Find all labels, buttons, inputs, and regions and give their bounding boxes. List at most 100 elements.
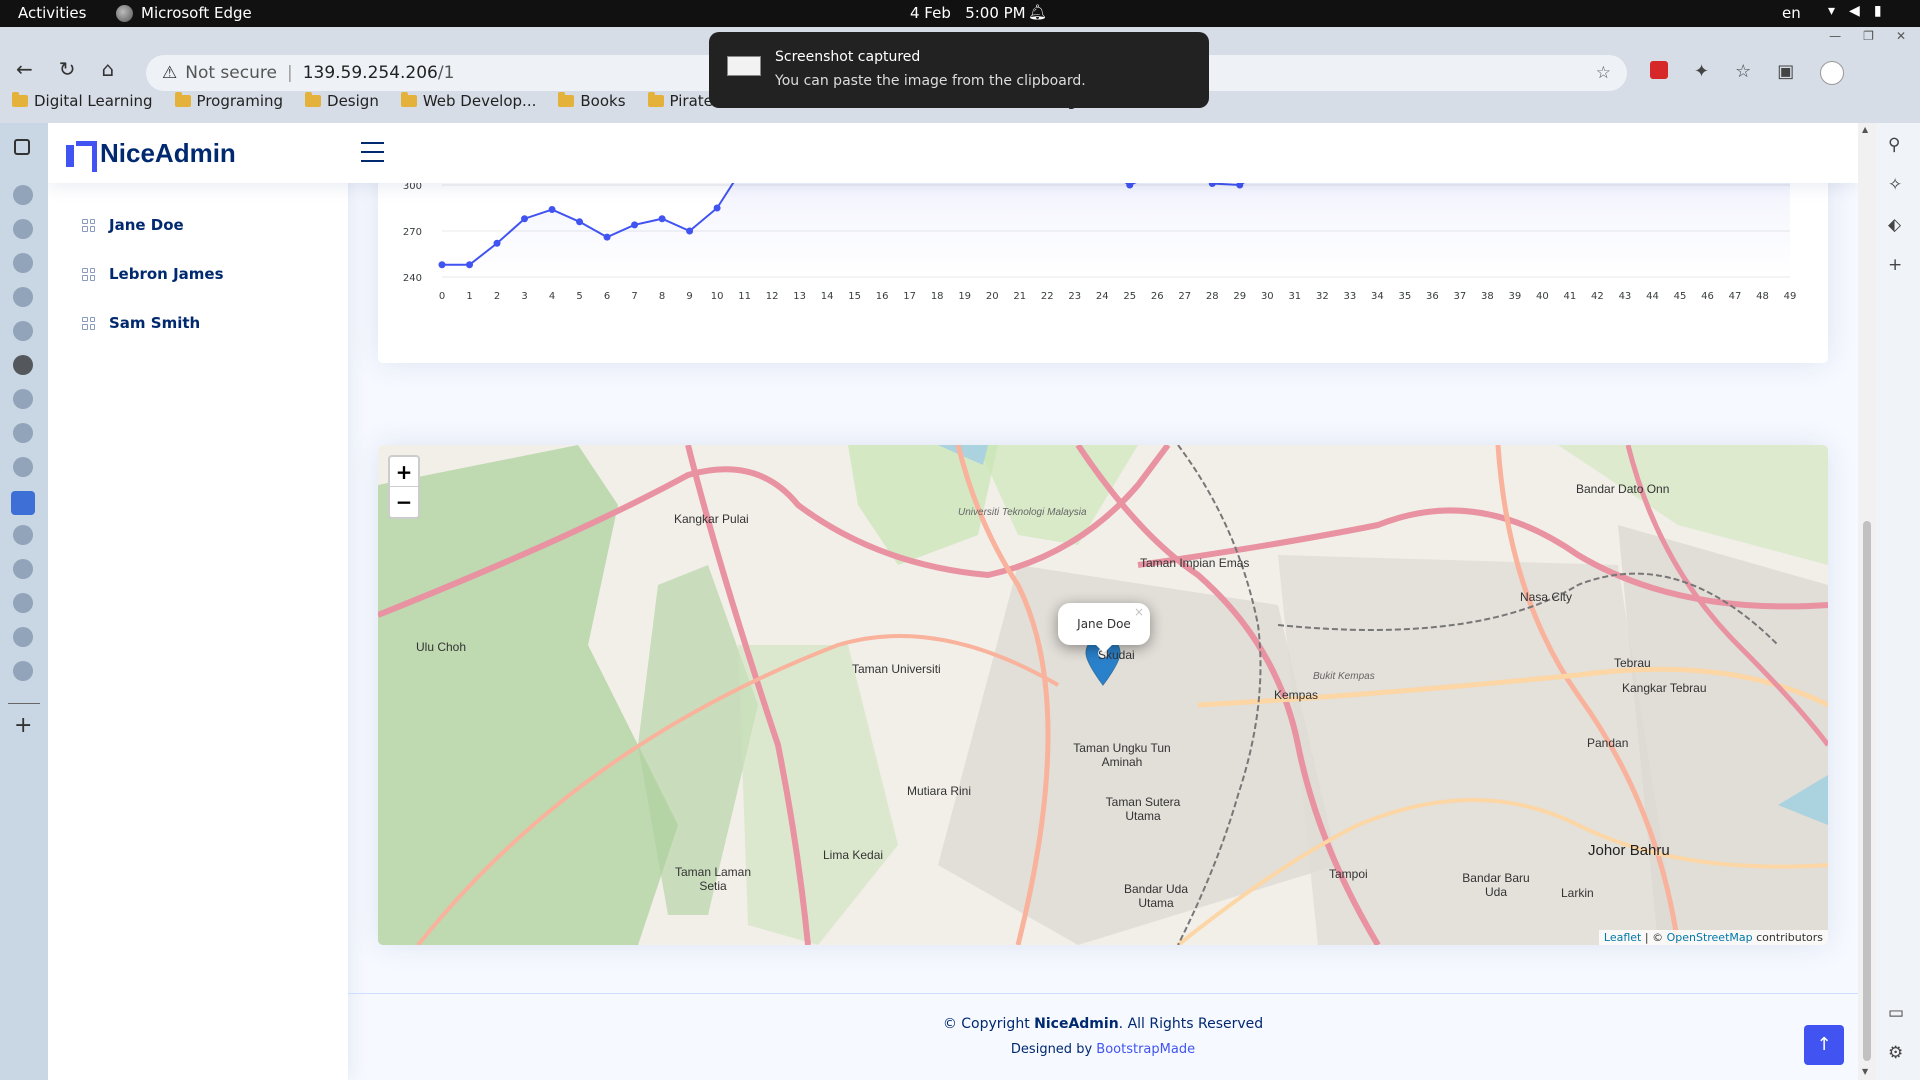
activities-button[interactable]: Activities [18,4,86,22]
reload-icon[interactable]: ↻ [59,57,76,81]
extension-toolbar: ✦ ☆ ▣ [1650,61,1845,85]
data-point[interactable] [466,261,474,269]
tab-actions-icon[interactable] [14,139,30,155]
system-top-bar: Activities Microsoft Edge 4 Feb 5:00 PM … [0,0,1920,27]
active-app-menu[interactable]: Microsoft Edge [116,4,252,22]
menu-toggle-icon[interactable] [361,142,384,162]
favorites-icon[interactable]: ☆ [1735,61,1751,85]
back-icon[interactable]: ← [16,57,33,81]
sidebar-app-icon[interactable] [13,287,33,307]
restore-icon[interactable]: ❐ [1863,29,1874,43]
sidebar-app-icon[interactable] [13,253,33,273]
leaflet-link[interactable]: Leaflet [1604,931,1641,944]
data-point[interactable] [631,221,639,229]
notification-body: You can paste the image from the clipboa… [775,73,1086,89]
search-icon[interactable]: ⚲ [1888,135,1900,155]
y-tick-label: 240 [403,273,422,284]
bookmark-item[interactable]: Pirate [647,92,713,110]
map-label: Taman Laman Setia [674,865,752,893]
map-label: Kangkar Tebrau [1622,681,1707,695]
map-card[interactable]: Kangkar Pulai Universiti Teknologi Malay… [378,445,1828,945]
extensions-icon[interactable]: ✦ [1694,61,1709,85]
scroll-down-icon[interactable]: ▼ [1862,1067,1868,1076]
sidebar-app-icon[interactable] [13,525,33,545]
data-point[interactable] [493,239,501,247]
data-point[interactable] [438,261,446,269]
clock[interactable]: 4 Feb 5:00 PM [910,4,1026,22]
sidebar-app-icon[interactable] [13,321,33,341]
designed-by-label: Designed by [1010,1042,1097,1057]
close-window-icon[interactable]: ✕ [1896,29,1906,43]
page-scrollbar[interactable]: ▲ ▼ [1858,123,1876,1080]
bookmark-label: Web Develop... [422,92,537,110]
data-point[interactable] [713,204,721,212]
notification-title: Screenshot captured [775,49,921,65]
new-tab-icon[interactable]: + [14,713,32,738]
home-icon[interactable]: ⌂ [102,57,115,81]
url-separator: | [286,63,293,83]
sidebar-app-icon[interactable] [13,389,33,409]
map-label: Taman Impian Emas [1140,556,1250,570]
settings-gear-icon[interactable]: ⚙ [1888,1043,1903,1063]
sidebar-item-sam-smith[interactable]: Sam Smith [82,314,200,332]
screenshot-notification[interactable]: Screenshot captured You can paste the im… [709,32,1209,108]
bookmark-item[interactable]: Programing [174,92,284,110]
bookmark-item[interactable]: Digital Learning [12,92,153,110]
grid-icon [82,316,95,330]
zoom-out-button[interactable]: − [390,487,418,517]
osm-link[interactable]: OpenStreetMap [1667,931,1753,944]
bookmark-item[interactable]: Books [558,92,626,110]
data-point[interactable] [576,218,584,226]
keyboard-language[interactable]: en [1782,4,1801,22]
bookmark-label: Books [580,92,626,110]
data-point[interactable] [658,215,666,223]
red-extension-icon[interactable] [1650,61,1668,79]
brand-logo[interactable]: NiceAdmin [66,138,236,172]
minimize-icon[interactable]: — [1829,29,1841,43]
map-label: Nasa City [1520,590,1573,604]
add-favorite-icon[interactable]: ☆ [1596,63,1611,83]
x-tick-label: 16 [876,291,889,302]
data-point[interactable] [521,215,529,223]
niceadmin-tab-icon[interactable] [11,491,35,515]
bookmark-item[interactable]: Design [305,92,379,110]
designer-link[interactable]: BootstrapMade [1096,1042,1195,1057]
zoom-in-button[interactable]: + [390,457,418,487]
collections-icon[interactable]: ▣ [1777,61,1794,85]
add-icon[interactable]: + [1888,255,1902,275]
x-tick-label: 29 [1233,291,1246,302]
github-icon[interactable] [13,355,33,375]
sidebar-app-icon[interactable] [13,559,33,579]
bookmark-item[interactable]: Web Develop... [400,92,537,110]
x-tick-label: 18 [931,291,944,302]
sidebar-layout-icon[interactable]: ▭ [1888,1003,1904,1023]
data-point[interactable] [603,233,611,241]
scrollbar-thumb[interactable] [1863,521,1871,1061]
map-tiles[interactable]: Kangkar Pulai Universiti Teknologi Malay… [378,445,1828,945]
profile-avatar[interactable] [1820,61,1845,85]
warning-icon[interactable]: ⚠ [162,63,177,83]
scroll-up-icon[interactable]: ▲ [1862,125,1868,134]
x-tick-label: 22 [1041,291,1054,302]
sidebar-item-jane-doe[interactable]: Jane Doe [82,216,184,234]
sidebar-app-icon[interactable] [13,661,33,681]
system-tray[interactable]: ▾ ◀ ▮ [1828,3,1882,19]
copilot-icon[interactable]: ✧ [1888,175,1902,195]
shopping-tag-icon[interactable]: ⬖ [1888,215,1901,235]
sidebar-app-icon[interactable] [13,185,33,205]
sidebar-app-icon[interactable] [13,627,33,647]
map-label: Ulu Choh [416,640,467,654]
bookmark-label: Programing [196,92,284,110]
data-point[interactable] [686,227,694,235]
sidebar-app-icon[interactable] [13,593,33,613]
sidebar-app-icon[interactable] [13,457,33,477]
back-to-top-button[interactable]: ↑ [1804,1025,1844,1065]
sidebar-app-icon[interactable] [13,219,33,239]
active-app-name: Microsoft Edge [141,4,252,22]
x-tick-label: 7 [631,291,637,302]
not-secure-label[interactable]: Not secure [185,63,277,83]
popup-close-icon[interactable]: × [1134,591,1144,633]
sidebar-item-lebron-james[interactable]: Lebron James [82,265,224,283]
data-point[interactable] [548,206,556,214]
sidebar-app-icon[interactable] [13,423,33,443]
